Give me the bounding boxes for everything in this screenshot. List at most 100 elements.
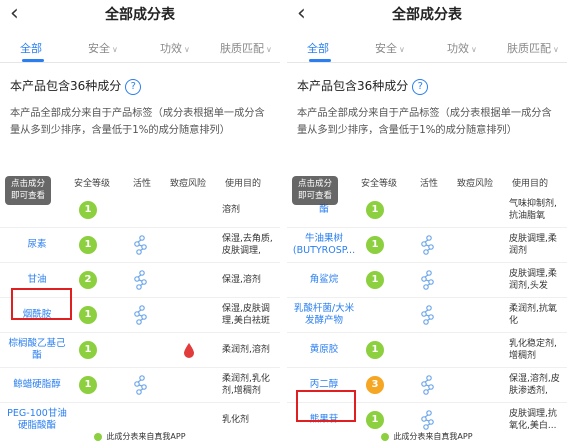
tap-hint-tooltip: 点击成分 即可查看 [292, 176, 338, 205]
page-title: 全部成分表 [105, 7, 175, 23]
safety-level-badge: 1 [79, 376, 97, 394]
tooltip-line-2: 即可查看 [297, 191, 332, 201]
tab-safety[interactable]: 安全 ∨ [375, 40, 405, 56]
chevron-down-icon: ∨ [471, 45, 477, 54]
header-purpose: 使用目的 [512, 179, 549, 189]
chevron-down-icon: ∨ [184, 45, 190, 54]
header-active: 活性 [133, 179, 152, 189]
nav-bar: ‹ 全部成分表 [287, 0, 567, 30]
molecule-icon [420, 235, 438, 255]
safety-level-badge: 1 [79, 201, 97, 219]
safety-level-badge: 1 [366, 201, 384, 219]
usage-purpose: 保湿,皮肤调理,美白祛斑 [222, 304, 270, 326]
tab-efficacy[interactable]: 功效 ∨ [160, 40, 190, 56]
usage-purpose: 柔润剂,溶剂 [222, 345, 270, 355]
tab-safety[interactable]: 安全 ∨ [88, 40, 118, 56]
app-logo-icon [381, 432, 390, 441]
filter-tabs: 全部 安全 ∨ 功效 ∨ 肤质匹配 ∨ [0, 32, 280, 63]
ingredient-count-text: 本产品包含36种成分 [297, 79, 409, 93]
molecule-icon [420, 270, 438, 290]
source-description: 本产品全部成分来自于产品标签（成分表根据单一成分含量从多到少排序，含量低于1%的… [10, 108, 265, 136]
active-tab-indicator [22, 59, 44, 62]
tab-all[interactable]: 全部 [20, 40, 42, 56]
drop-icon [183, 342, 195, 358]
usage-purpose: 乳化稳定剂,增稠剂 [509, 339, 557, 361]
nav-bar: ‹ 全部成分表 [0, 0, 280, 30]
tab-efficacy-label: 功效 [447, 42, 469, 55]
ingredient-name[interactable]: 角鲨烷 [291, 263, 357, 297]
highlight-box [11, 288, 72, 320]
usage-purpose: 柔润剂,抗氧化 [509, 304, 557, 326]
chevron-down-icon: ∨ [399, 45, 405, 54]
header-active: 活性 [420, 179, 439, 189]
safety-level-badge: 1 [366, 271, 384, 289]
ingredient-count-text: 本产品包含36种成分 [10, 79, 122, 93]
usage-purpose: 溶剂 [222, 205, 241, 215]
footer-text: 此成分表来自真我APP [393, 432, 473, 441]
footer-text: 此成分表来自真我APP [106, 432, 186, 441]
usage-purpose: 皮肤调理,柔润剂,头发 [509, 269, 557, 291]
table-row[interactable]: 鲸蜡硬脂醇 1 柔润剂,乳化剂,增稠剂 [0, 368, 280, 403]
footer-source: 此成分表来自真我APP [287, 431, 567, 447]
tab-safety-label: 安全 [88, 42, 110, 55]
tooltip-line-2: 即可查看 [10, 191, 45, 201]
molecule-icon [133, 235, 151, 255]
header-acne-risk: 致痘风险 [170, 179, 207, 189]
tab-all[interactable]: 全部 [307, 40, 329, 56]
ingredient-name[interactable]: 乳酸杆菌/大米发酵产物 [291, 298, 357, 332]
molecule-icon [420, 375, 438, 395]
table-row[interactable]: 牛油果树(BUTYROSP... 1 皮肤调理,柔润剂 [287, 228, 567, 263]
left-screenshot-panel: ‹ 全部成分表 全部 安全 ∨ 功效 ∨ 肤质匹配 ∨ 本产品包含36种成分? 本产品… [0, 0, 280, 447]
table-row[interactable]: 乳酸杆菌/大米发酵产物 柔润剂,抗氧化 [287, 298, 567, 333]
right-screenshot-panel: ‹ 全部成分表 全部 安全 ∨ 功效 ∨ 肤质匹配 ∨ 本产品包含36种成分? 本产品… [287, 0, 567, 447]
tab-skin-match-label: 肤质匹配 [507, 42, 551, 55]
safety-level-badge: 1 [79, 341, 97, 359]
table-row[interactable]: 尿素 1 保湿,去角质,皮肤调理, [0, 228, 280, 263]
ingredient-count: 本产品包含36种成分? [10, 77, 142, 95]
usage-purpose: 保湿,去角质,皮肤调理, [222, 234, 273, 256]
safety-level-badge: 3 [366, 376, 384, 394]
ingredient-name[interactable]: 尿素 [4, 228, 70, 262]
usage-purpose: 保湿,溶剂,皮肤渗透剂, [509, 374, 560, 396]
table-row[interactable]: 黄原胶 1 乳化稳定剂,增稠剂 [287, 333, 567, 368]
usage-purpose: 保湿,溶剂 [222, 275, 261, 285]
safety-level-badge: 2 [79, 271, 97, 289]
ingredient-count: 本产品包含36种成分? [297, 77, 429, 95]
table-row[interactable]: 角鲨烷 1 皮肤调理,柔润剂,头发 [287, 263, 567, 298]
safety-level-badge: 1 [79, 236, 97, 254]
tab-skin-match-label: 肤质匹配 [220, 42, 264, 55]
chevron-down-icon: ∨ [112, 45, 118, 54]
tab-skin-match[interactable]: 肤质匹配 ∨ [507, 40, 559, 56]
molecule-icon [133, 270, 151, 290]
ingredient-name[interactable]: 牛油果树(BUTYROSP... [291, 228, 357, 262]
usage-purpose: 柔润剂,乳化剂,增稠剂 [222, 374, 270, 396]
page-title: 全部成分表 [392, 7, 462, 23]
app-logo-icon [94, 432, 103, 441]
molecule-icon [420, 410, 438, 430]
molecule-icon [133, 375, 151, 395]
molecule-icon [133, 305, 151, 325]
highlight-box [296, 390, 356, 422]
help-icon[interactable]: ? [125, 78, 142, 95]
source-description: 本产品全部成分来自于产品标签（成分表根据单一成分含量从多到少排序，含量低于1%的… [297, 108, 552, 136]
tab-skin-match[interactable]: 肤质匹配 ∨ [220, 40, 272, 56]
table-row[interactable]: 棕榈酸乙基己酯 1 柔润剂,溶剂 [0, 333, 280, 368]
ingredient-name[interactable]: 黄原胶 [291, 333, 357, 367]
tap-hint-tooltip: 点击成分 即可查看 [5, 176, 51, 205]
tab-efficacy[interactable]: 功效 ∨ [447, 40, 477, 56]
filter-tabs: 全部 安全 ∨ 功效 ∨ 肤质匹配 ∨ [287, 32, 567, 63]
ingredient-name[interactable]: 棕榈酸乙基己酯 [4, 333, 70, 367]
header-safety: 安全等级 [361, 179, 398, 189]
safety-level-badge: 1 [366, 236, 384, 254]
active-tab-indicator [309, 59, 331, 62]
help-icon[interactable]: ? [412, 78, 429, 95]
usage-purpose: 气味抑制剂,抗油脂氧 [509, 199, 557, 221]
header-acne-risk: 致痘风险 [457, 179, 494, 189]
ingredient-name[interactable]: 鲸蜡硬脂醇 [4, 368, 70, 402]
safety-level-badge: 1 [79, 306, 97, 324]
tooltip-line-1: 点击成分 [297, 179, 332, 189]
tooltip-line-1: 点击成分 [10, 179, 45, 189]
chevron-down-icon: ∨ [553, 45, 559, 54]
tab-efficacy-label: 功效 [160, 42, 182, 55]
header-safety: 安全等级 [74, 179, 111, 189]
